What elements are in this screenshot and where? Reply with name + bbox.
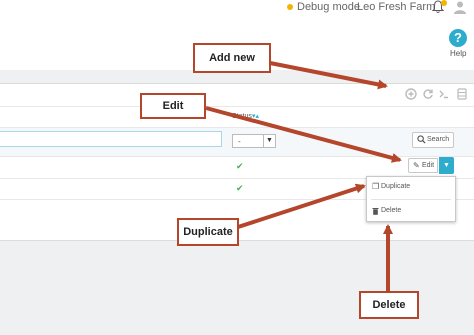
callout-duplicate: Duplicate xyxy=(177,218,239,246)
arrow-edit xyxy=(205,106,402,163)
callout-delete: Delete xyxy=(359,291,419,319)
arrow-duplicate xyxy=(237,183,366,229)
arrow-add-new xyxy=(269,61,388,90)
callout-edit: Edit xyxy=(140,93,206,119)
callout-add-new: Add new xyxy=(193,43,271,73)
